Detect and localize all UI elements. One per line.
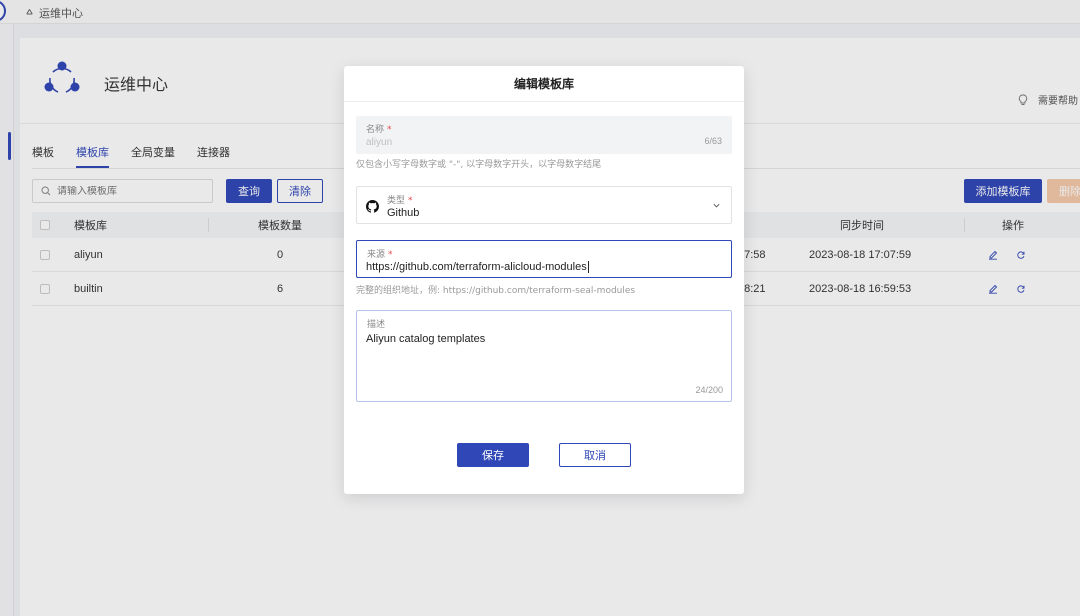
description-field[interactable]: 描述 Aliyun catalog templates 24/200 — [356, 310, 732, 402]
description-field-label: 描述 — [367, 320, 386, 330]
save-button[interactable]: 保存 — [457, 443, 529, 467]
cancel-button[interactable]: 取消 — [559, 443, 631, 467]
description-textarea[interactable]: Aliyun catalog templates — [366, 333, 485, 345]
description-char-counter: 24/200 — [695, 385, 723, 395]
text-caret — [587, 261, 589, 274]
required-mark: * — [408, 196, 413, 206]
chevron-down-icon — [713, 203, 720, 208]
dialog-title: 编辑模板库 — [344, 66, 744, 102]
source-input-text: https://github.com/terraform-alicloud-mo… — [366, 261, 587, 273]
name-hint: 仅包含小写字母数字或 "-", 以字母数字开头，以字母数字结尾 — [356, 160, 602, 170]
name-char-counter: 6/63 — [704, 136, 722, 146]
github-icon — [366, 200, 379, 213]
required-mark: * — [388, 250, 393, 260]
name-field-label: 名称 * — [366, 125, 392, 135]
name-input: aliyun — [366, 137, 393, 148]
type-value: Github — [387, 207, 420, 219]
source-input[interactable]: https://github.com/terraform-alicloud-mo… — [366, 261, 589, 274]
source-field-label: 来源 * — [367, 250, 393, 260]
name-field: 名称 * aliyun 6/63 — [356, 116, 732, 154]
source-hint: 完整的组织地址，例: https://github.com/terraform-… — [356, 286, 636, 296]
required-mark: * — [387, 125, 392, 135]
edit-catalog-dialog: 编辑模板库 名称 * aliyun 6/63 仅包含小写字母数字或 "-", 以字… — [344, 66, 744, 494]
source-field[interactable]: 来源 * https://github.com/terraform-aliclou… — [356, 240, 732, 278]
type-field-label: 类型 * — [387, 196, 413, 206]
type-select[interactable]: 类型 * Github — [356, 186, 732, 224]
